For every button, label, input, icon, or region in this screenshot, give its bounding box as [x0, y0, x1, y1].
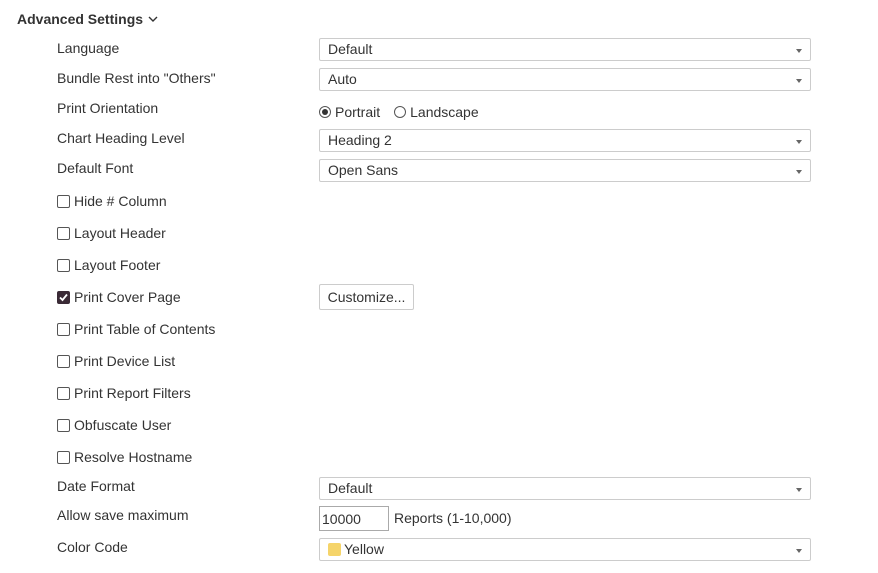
print-toc-label: Print Table of Contents — [74, 321, 216, 337]
color-swatch-icon — [328, 543, 341, 556]
save-max-label: Allow save maximum — [57, 507, 189, 523]
hide-column-label: Hide # Column — [74, 193, 167, 209]
heading-level-value: Heading 2 — [328, 132, 392, 148]
customize-button[interactable]: Customize... — [319, 284, 414, 310]
chevron-down-icon — [796, 170, 802, 174]
default-font-value: Open Sans — [328, 162, 399, 178]
language-select[interactable]: Default — [319, 38, 811, 61]
chevron-down-icon — [796, 140, 802, 144]
layout-header-checkbox[interactable]: Layout Header — [57, 223, 166, 243]
checkbox-unchecked-icon — [57, 386, 70, 400]
chevron-down-icon — [796, 79, 802, 83]
orientation-portrait-label: Portrait — [335, 104, 381, 120]
bundle-value: Auto — [328, 71, 357, 87]
layout-footer-label: Layout Footer — [74, 257, 161, 273]
orientation-landscape-radio[interactable]: Landscape — [394, 104, 479, 120]
color-code-value: Yellow — [344, 541, 384, 557]
print-device-list-label: Print Device List — [74, 353, 176, 369]
chevron-down-icon — [796, 549, 802, 553]
print-device-list-checkbox[interactable]: Print Device List — [57, 351, 175, 371]
resolve-hostname-checkbox[interactable]: Resolve Hostname — [57, 447, 192, 467]
checkbox-checked-icon — [57, 290, 70, 304]
checkbox-unchecked-icon — [57, 194, 70, 208]
checkbox-unchecked-icon — [57, 226, 70, 240]
resolve-hostname-label: Resolve Hostname — [74, 449, 193, 465]
bundle-select[interactable]: Auto — [319, 68, 811, 91]
checkbox-unchecked-icon — [57, 322, 70, 336]
print-cover-page-checkbox[interactable]: Print Cover Page — [57, 287, 181, 307]
chevron-down-icon — [148, 16, 158, 22]
color-code-label: Color Code — [57, 539, 128, 555]
color-code-select[interactable]: Yellow — [319, 538, 811, 561]
layout-footer-checkbox[interactable]: Layout Footer — [57, 255, 160, 275]
orientation-label: Print Orientation — [57, 100, 159, 116]
date-format-label: Date Format — [57, 478, 135, 494]
language-label: Language — [57, 40, 120, 56]
print-report-filters-label: Print Report Filters — [74, 385, 191, 401]
obfuscate-user-label: Obfuscate User — [74, 417, 172, 433]
checkbox-unchecked-icon — [57, 418, 70, 432]
advanced-settings-toggle[interactable]: Advanced Settings — [17, 9, 159, 29]
bundle-label: Bundle Rest into "Others" — [57, 70, 216, 86]
heading-level-label: Chart Heading Level — [57, 130, 185, 146]
default-font-label: Default Font — [57, 160, 134, 176]
radio-selected-icon — [319, 106, 331, 118]
checkbox-unchecked-icon — [57, 354, 70, 368]
orientation-portrait-radio[interactable]: Portrait — [319, 104, 380, 120]
checkbox-unchecked-icon — [57, 450, 70, 464]
chevron-down-icon — [796, 488, 802, 492]
language-value: Default — [328, 41, 373, 57]
orientation-radio-group: Portrait Landscape — [319, 102, 493, 122]
save-max-input[interactable] — [319, 506, 389, 531]
obfuscate-user-checkbox[interactable]: Obfuscate User — [57, 415, 171, 435]
radio-unselected-icon — [394, 106, 407, 118]
heading-level-select[interactable]: Heading 2 — [319, 129, 811, 152]
date-format-value: Default — [328, 480, 373, 496]
checkbox-unchecked-icon — [57, 258, 70, 272]
print-report-filters-checkbox[interactable]: Print Report Filters — [57, 383, 191, 403]
save-max-suffix: Reports (1-10,000) — [394, 510, 512, 526]
hide-column-checkbox[interactable]: Hide # Column — [57, 191, 167, 211]
color-code-value-wrap: Yellow — [328, 539, 384, 560]
print-cover-page-label: Print Cover Page — [74, 289, 181, 305]
print-toc-checkbox[interactable]: Print Table of Contents — [57, 319, 215, 339]
default-font-select[interactable]: Open Sans — [319, 159, 811, 182]
layout-header-label: Layout Header — [74, 225, 166, 241]
orientation-landscape-label: Landscape — [410, 104, 479, 120]
checkmark-icon — [59, 293, 68, 301]
chevron-down-icon — [796, 49, 802, 53]
date-format-select[interactable]: Default — [319, 477, 811, 500]
section-title: Advanced Settings — [17, 11, 144, 27]
